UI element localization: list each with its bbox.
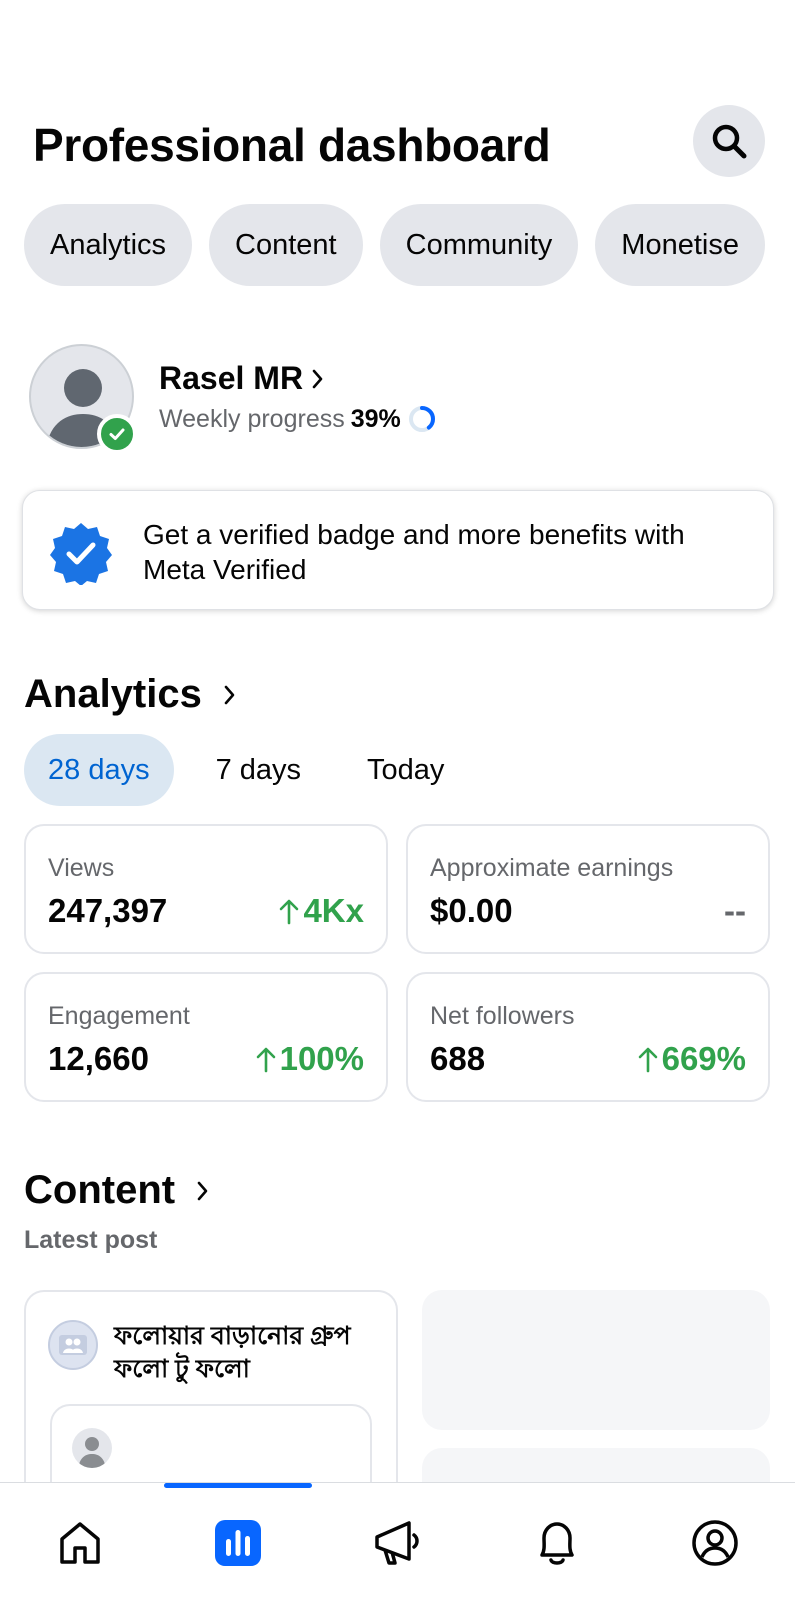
profile-name[interactable]: Rasel MR xyxy=(159,360,303,397)
metric-change: 669% xyxy=(638,1040,746,1078)
metric-change-value: -- xyxy=(724,892,746,929)
group-avatar xyxy=(48,1320,98,1370)
default-avatar-icon xyxy=(78,1437,106,1468)
chevron-right-icon xyxy=(312,369,323,389)
nav-dashboard[interactable] xyxy=(208,1513,268,1573)
section-chips: Analytics Content Community Monetise xyxy=(24,204,765,286)
metric-value: $0.00 xyxy=(430,892,513,929)
metric-value: 688 xyxy=(430,1040,486,1077)
nav-profile[interactable] xyxy=(685,1513,745,1573)
avatar xyxy=(72,1428,112,1468)
header: Professional dashboard xyxy=(33,100,765,180)
chip-content[interactable]: Content xyxy=(209,204,363,286)
metric-card-earnings[interactable]: Approximate earnings $0.00 -- xyxy=(406,824,770,954)
metric-value: 12,660 xyxy=(48,1040,149,1077)
nav-notifications[interactable] xyxy=(527,1513,587,1573)
range-tab-7-days[interactable]: 7 days xyxy=(192,734,325,806)
post-placeholder xyxy=(422,1290,770,1430)
metric-change-value: 100% xyxy=(279,1040,364,1077)
analytics-title: Analytics xyxy=(24,672,202,716)
search-icon xyxy=(712,124,747,159)
metric-change: -- xyxy=(724,892,746,930)
chip-monetise[interactable]: Monetise xyxy=(595,204,765,286)
bell-icon xyxy=(540,1522,574,1565)
metric-card-views[interactable]: Views 247,397 4Kx xyxy=(24,824,388,954)
weekly-progress-value: 39% xyxy=(350,404,401,433)
home-icon xyxy=(60,1522,100,1564)
search-button[interactable] xyxy=(693,105,765,177)
metric-label: Approximate earnings xyxy=(430,854,674,882)
meta-verified-card[interactable]: Get a verified badge and more benefits w… xyxy=(22,490,774,610)
progress-ring-icon xyxy=(408,406,435,432)
content-title: Content xyxy=(24,1168,176,1212)
metric-label: Engagement xyxy=(48,1002,190,1030)
metric-change: 100% xyxy=(256,1040,364,1078)
weekly-progress: Weekly progress 39% xyxy=(159,404,437,434)
verified-badge-icon xyxy=(50,523,112,585)
meta-verified-text: Get a verified badge and more benefits w… xyxy=(143,519,685,585)
range-tab-today[interactable]: Today xyxy=(343,734,468,806)
chip-analytics[interactable]: Analytics xyxy=(24,204,193,286)
arrow-up-icon xyxy=(638,1047,657,1073)
bottom-nav xyxy=(0,1482,795,1600)
arrow-up-icon xyxy=(280,899,299,925)
metric-change-value: 669% xyxy=(661,1040,746,1077)
profile-row[interactable]: Rasel MR Weekly progress 39% xyxy=(29,344,769,454)
group-icon xyxy=(59,1335,87,1355)
chevron-right-icon xyxy=(224,685,235,704)
content-heading[interactable]: Content xyxy=(24,1168,211,1213)
range-tab-28-days[interactable]: 28 days xyxy=(24,734,174,806)
metric-change: 4Kx xyxy=(279,892,364,930)
metric-card-net-followers[interactable]: Net followers 688 669% xyxy=(406,972,770,1102)
metric-value: 247,397 xyxy=(48,892,168,929)
active-tab-indicator xyxy=(164,1483,312,1488)
chevron-right-icon xyxy=(197,1181,208,1200)
dashboard-icon xyxy=(215,1520,261,1566)
megaphone-icon xyxy=(375,1521,419,1565)
verified-check-icon xyxy=(97,414,137,454)
nav-home[interactable] xyxy=(50,1513,110,1573)
latest-post-label: Latest post xyxy=(24,1226,158,1254)
weekly-progress-label: Weekly progress xyxy=(159,404,345,433)
profile-icon xyxy=(692,1520,738,1566)
nav-ads[interactable] xyxy=(368,1513,428,1573)
page-title: Professional dashboard xyxy=(33,119,551,171)
post-title: ফলোয়ার বাড়ানোর গ্রুপ ফলো টু ফলো xyxy=(114,1322,351,1383)
range-tabs: 28 days 7 days Today xyxy=(24,734,486,806)
analytics-heading[interactable]: Analytics xyxy=(24,672,238,717)
chip-community[interactable]: Community xyxy=(379,204,579,286)
metric-label: Net followers xyxy=(430,1002,575,1030)
metric-change-value: 4Kx xyxy=(303,892,364,929)
metric-card-engagement[interactable]: Engagement 12,660 100% xyxy=(24,972,388,1102)
metric-label: Views xyxy=(48,854,115,882)
arrow-up-icon xyxy=(256,1047,275,1073)
